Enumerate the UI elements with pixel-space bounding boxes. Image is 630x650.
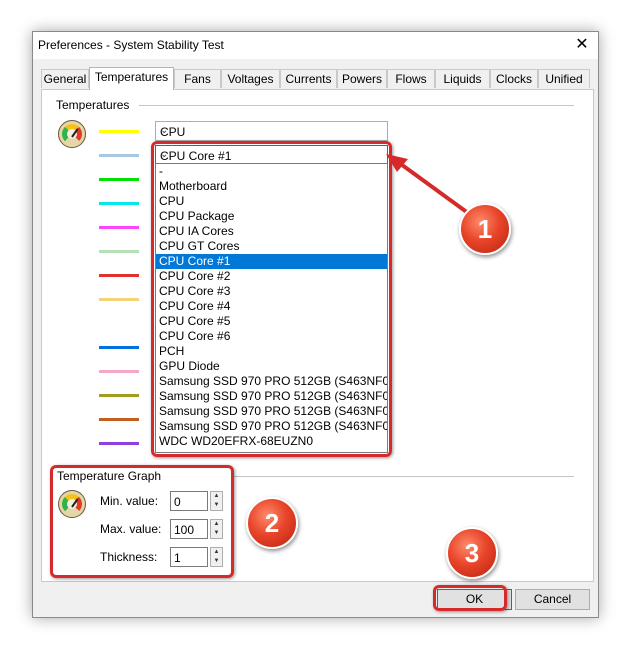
color-swatch[interactable] [99, 370, 139, 373]
color-swatch[interactable] [99, 178, 139, 181]
tab-currents[interactable]: Currents [280, 69, 337, 88]
highlight-dropdown [151, 141, 392, 457]
tab-unified[interactable]: Unified [538, 69, 590, 88]
color-swatch[interactable] [99, 154, 139, 157]
color-swatch[interactable] [99, 346, 139, 349]
tab-liquids[interactable]: Liquids [435, 69, 490, 88]
color-swatch[interactable] [99, 130, 139, 133]
tab-clocks[interactable]: Clocks [490, 69, 538, 88]
group-divider [139, 105, 574, 106]
callout-badge-2: 2 [246, 497, 298, 549]
close-icon[interactable]: ✕ [571, 34, 593, 56]
sensor-combo[interactable]: CPU ⌄ [155, 121, 388, 141]
tab-powers[interactable]: Powers [337, 69, 387, 88]
chevron-down-icon: ⌄ [160, 125, 169, 136]
color-swatch[interactable] [99, 226, 139, 229]
color-swatch[interactable] [99, 202, 139, 205]
gauge-icon [58, 120, 86, 148]
color-swatch[interactable] [99, 274, 139, 277]
color-swatch[interactable] [99, 250, 139, 253]
tab-voltages[interactable]: Voltages [221, 69, 280, 88]
color-swatch[interactable] [99, 442, 139, 445]
callout-badge-3: 3 [446, 527, 498, 579]
tab-general[interactable]: General [41, 69, 89, 88]
callout-badge-1: 1 [459, 203, 511, 255]
cancel-button[interactable]: Cancel [515, 589, 590, 610]
window-title: Preferences - System Stability Test [38, 38, 224, 52]
title-bar: Preferences - System Stability Test ✕ [33, 32, 598, 59]
tab-fans[interactable]: Fans [174, 69, 221, 88]
tab-flows[interactable]: Flows [387, 69, 435, 88]
temperatures-group-title: Temperatures [56, 98, 130, 112]
color-swatch[interactable] [99, 418, 139, 421]
tab-temperatures[interactable]: Temperatures [89, 67, 174, 90]
color-swatch[interactable] [99, 298, 139, 301]
tab-strip: General Temperatures Fans Voltages Curre… [41, 67, 594, 90]
highlight-graph-settings [50, 465, 234, 578]
color-swatch[interactable] [99, 394, 139, 397]
highlight-ok-button [433, 585, 507, 611]
graph-group-divider [231, 476, 574, 477]
